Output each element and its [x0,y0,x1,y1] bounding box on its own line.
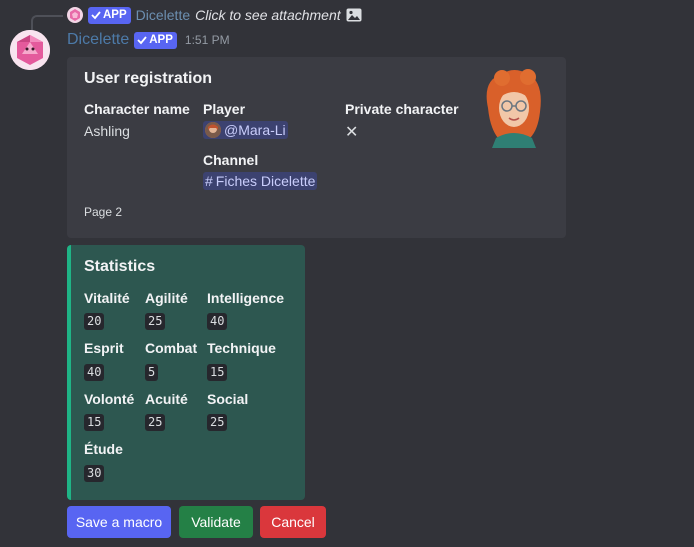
channel-mention[interactable]: # Fiches Dicelette [203,172,318,190]
stat-label: Esprit [84,340,124,356]
reply-avatar-icon [67,7,83,23]
stat-value: 25 [145,313,166,330]
cancel-button[interactable]: Cancel [260,506,326,538]
stat-value: 25 [207,414,228,431]
user-avatar-icon [205,122,221,138]
reply-text[interactable]: Click to see attachment [195,7,341,23]
stat-label: Technique [207,340,276,356]
reply-connector [31,15,63,31]
stat-label: Étude [84,441,123,457]
stat-value: 40 [84,364,105,381]
field-value-character-name: Ashling [84,123,130,139]
save-macro-button[interactable]: Save a macro [67,506,171,538]
stat-label: Agilité [145,290,188,306]
app-badge-label: APP [149,33,173,46]
image-icon [346,8,362,22]
stat-value: 15 [207,364,228,381]
channel-hash-icon: # [205,173,213,189]
stat-value: 15 [84,414,105,431]
stat-value: 40 [207,313,228,330]
registration-embed: User registration Character name Ashling… [67,57,566,238]
stat-label: Vitalité [84,290,130,306]
reply-app-badge: APP [88,6,131,24]
verified-check-icon [137,36,147,45]
stat-value: 5 [145,364,159,381]
field-label-character-name: Character name [84,101,190,117]
reply-app-badge-label: APP [103,8,127,21]
stat-label: Social [207,391,249,407]
verified-check-icon [91,11,101,20]
field-label-private-character: Private character [345,101,459,117]
author-avatar[interactable] [10,30,50,70]
app-badge: APP [134,31,177,49]
embed-footer: Page 2 [84,205,123,219]
stat-value: 20 [84,313,105,330]
timestamp[interactable]: 1:51 PM [185,33,230,47]
stat-label: Combat [145,340,198,356]
stat-label: Volonté [84,391,135,407]
channel-mention-text: Fiches Dicelette [215,173,316,189]
message-header: Dicelette APP 1:51 PM [67,31,230,49]
portrait-image [486,69,541,148]
embed-title: Statistics [84,258,156,275]
stat-value: 30 [84,465,105,482]
statistics-embed: Statistics Vitalité 20 Agilité 25 Intell… [67,245,305,500]
field-label-channel: Channel [203,152,259,168]
stat-label: Acuité [145,391,188,407]
player-mention-text: @Mara-Li [224,122,286,138]
player-mention[interactable]: @Mara-Li [203,121,288,139]
embed-title: User registration [84,70,213,87]
stat-label: Intelligence [207,290,285,306]
d20-dice-icon [10,30,50,70]
validate-button[interactable]: Validate [179,506,253,538]
author-name[interactable]: Dicelette [67,31,129,49]
reply-author[interactable]: Dicelette [136,7,190,23]
reply-preview[interactable]: APP Dicelette Click to see attachment [67,5,362,25]
field-label-player: Player [203,101,246,117]
stat-value: 25 [145,414,166,431]
character-portrait-thumbnail[interactable] [478,68,550,148]
private-character-value-icon: ✕ [345,124,359,141]
